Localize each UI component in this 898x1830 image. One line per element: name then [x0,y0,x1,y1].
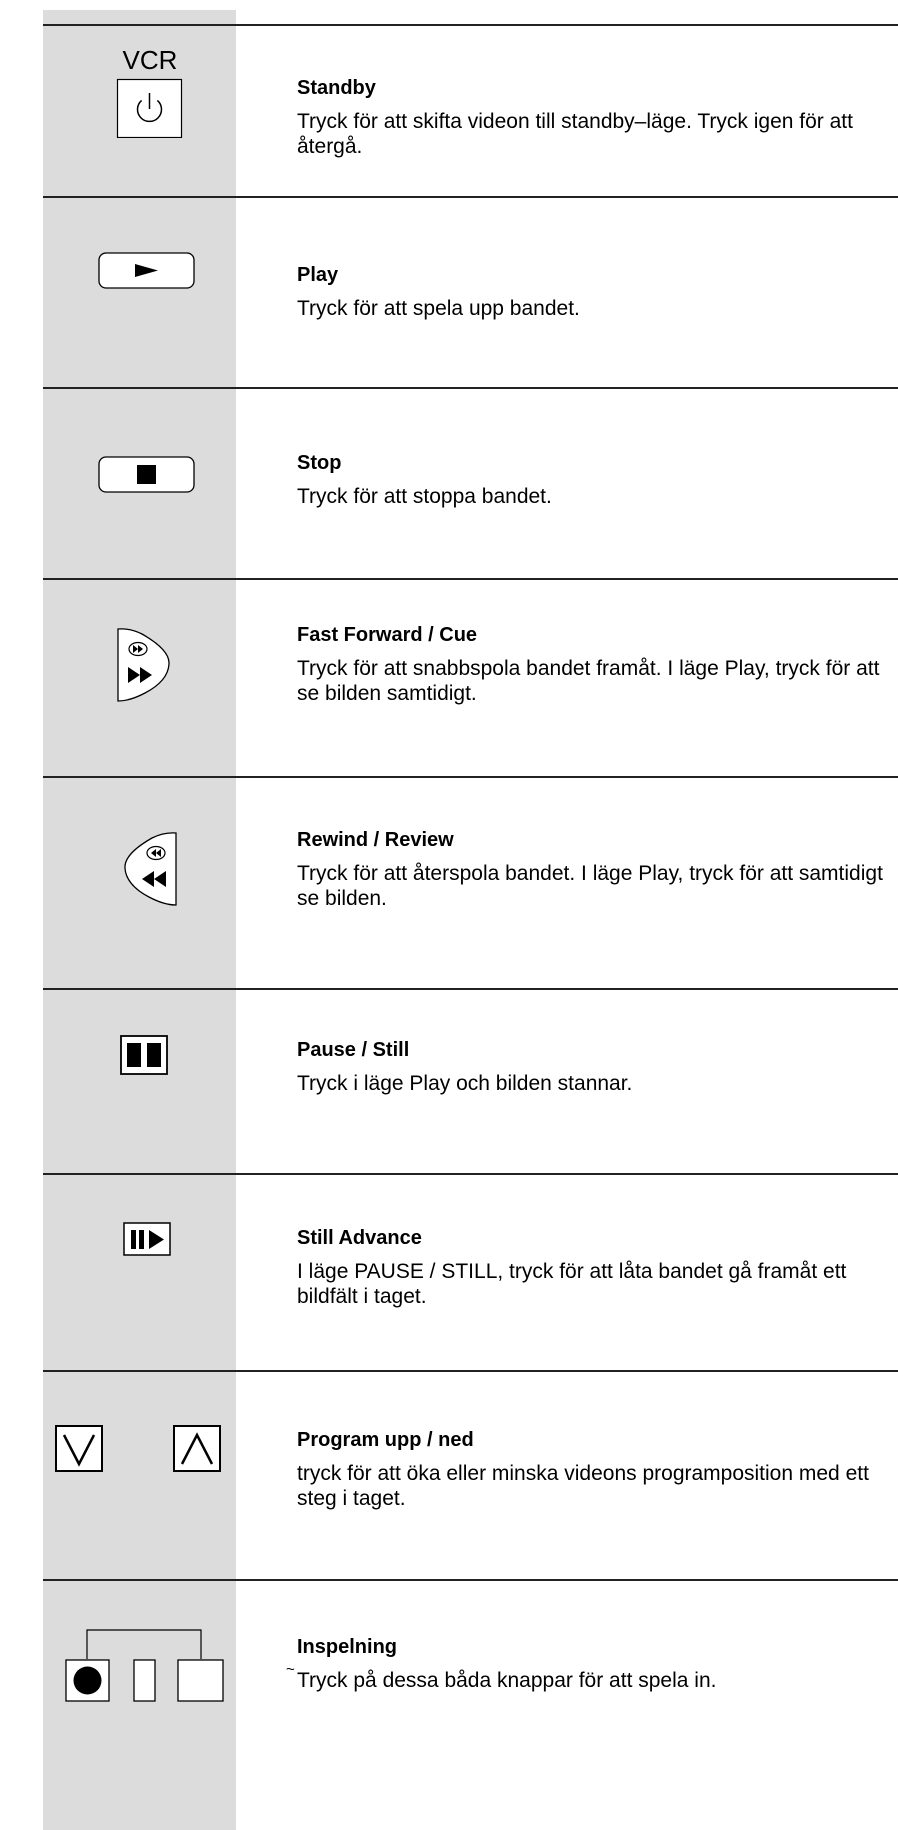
play-description: Tryck för att spela upp bandet. [297,297,580,320]
divider [43,387,898,389]
stop-title: Stop [297,452,342,474]
divider [43,24,898,26]
still-advance-description: I läge PAUSE / STILL, tryck för att låta… [297,1260,847,1308]
rewind-icon [124,832,177,906]
recording-description: Tryck på dessa båda knappar för att spel… [297,1669,717,1692]
recording-title: Inspelning [297,1636,397,1658]
play-icon [98,252,195,289]
fast-forward-title: Fast Forward / Cue [297,624,478,646]
divider [43,1579,898,1581]
divider [43,1173,898,1175]
pause-description: Tryck i läge Play och bilden stannar. [297,1072,633,1095]
standby-description: Tryck för att skifta videon till standby… [297,110,853,158]
fast-forward-description: Tryck för att snabbspola bandet framåt. … [297,657,880,705]
still-advance-icon [123,1222,171,1256]
program-title: Program upp / ned [297,1429,474,1451]
divider [43,1370,898,1372]
pause-title: Pause / Still [297,1039,410,1061]
divider [43,196,898,198]
record-icon [65,1629,224,1702]
play-title: Play [297,264,339,286]
program-description: tryck för att öka eller minska videons p… [297,1462,869,1510]
divider [43,988,898,990]
bullet-mark: ~ [286,1661,295,1678]
stop-description: Tryck för att stoppa bandet. [297,485,552,508]
standby-title: Standby [297,77,376,99]
still-advance-title: Still Advance [297,1227,422,1249]
rewind-title: Rewind / Review [297,829,454,851]
pause-icon [120,1035,168,1075]
divider [43,578,898,580]
stop-icon [98,456,195,493]
divider [43,776,898,778]
program-down-icon [55,1425,103,1472]
program-up-icon [173,1425,221,1472]
standby-icon: VCR [110,46,190,138]
fast-forward-icon [117,628,170,702]
rewind-description: Tryck för att återspola bandet. I läge P… [297,862,883,910]
